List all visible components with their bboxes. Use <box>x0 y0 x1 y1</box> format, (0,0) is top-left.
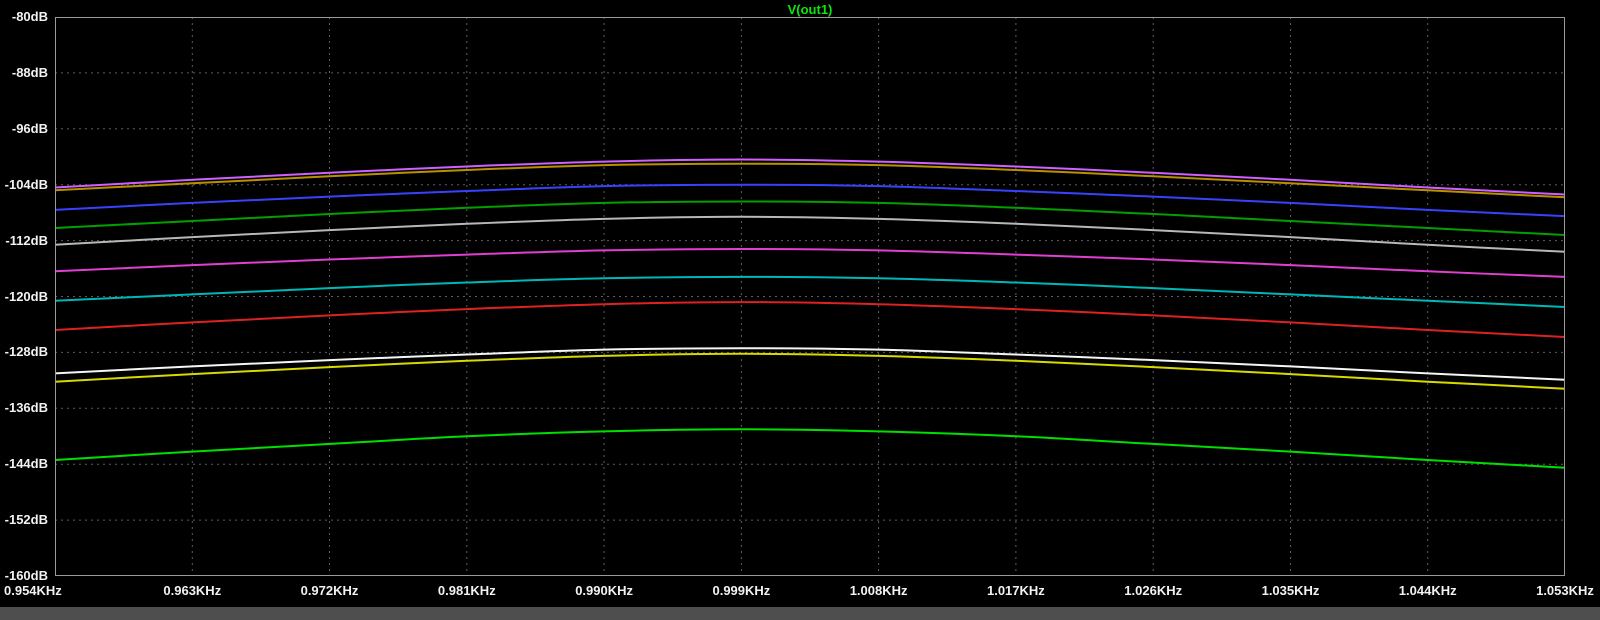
trace-curve-8[interactable] <box>55 301 1565 338</box>
trace-curve-5[interactable] <box>55 215 1565 253</box>
x-tick-label: 0.972KHz <box>300 583 359 598</box>
y-tick-label: -128dB <box>4 344 48 360</box>
window-bottom-edge <box>0 607 1600 620</box>
trace-curve-6[interactable] <box>55 247 1565 278</box>
x-tick-label: 0.954KHz <box>4 583 62 598</box>
y-tick-label: -160dB <box>4 568 48 583</box>
y-tick-label: -152dB <box>4 512 48 528</box>
plot-area[interactable] <box>55 17 1565 576</box>
y-tick-label: -96dB <box>11 120 48 136</box>
y-tick-label: -136dB <box>4 400 48 416</box>
y-tick-label: -104dB <box>4 176 48 192</box>
x-tick-label: 0.963KHz <box>163 583 222 598</box>
trace-curve-3[interactable] <box>55 183 1565 218</box>
x-tick-label: 1.053KHz <box>1536 583 1594 598</box>
y-tick-label: -120dB <box>4 288 48 304</box>
x-tick-label: 0.999KHz <box>712 583 771 598</box>
x-tick-label: 0.981KHz <box>437 583 496 598</box>
x-tick-label: 1.026KHz <box>1124 583 1183 598</box>
plot-title[interactable]: V(out1) <box>55 2 1565 17</box>
trace-curve-2[interactable] <box>55 162 1565 199</box>
trace-curve-10[interactable] <box>55 352 1565 390</box>
x-tick-label: 1.008KHz <box>849 583 908 598</box>
y-tick-label: -88dB <box>11 64 48 80</box>
y-tick-label: -112dB <box>5 232 48 248</box>
y-tick-label: -80dB <box>11 9 48 24</box>
y-tick-label: -144dB <box>4 456 48 472</box>
x-tick-label: 1.035KHz <box>1261 583 1320 598</box>
trace-curve-9[interactable] <box>55 347 1565 381</box>
trace-curve-11[interactable] <box>55 428 1565 469</box>
chart-canvas <box>55 17 1565 576</box>
x-tick-label: 1.017KHz <box>986 583 1045 598</box>
x-tick-label: 0.990KHz <box>575 583 633 598</box>
x-tick-label: 1.044KHz <box>1398 583 1457 598</box>
